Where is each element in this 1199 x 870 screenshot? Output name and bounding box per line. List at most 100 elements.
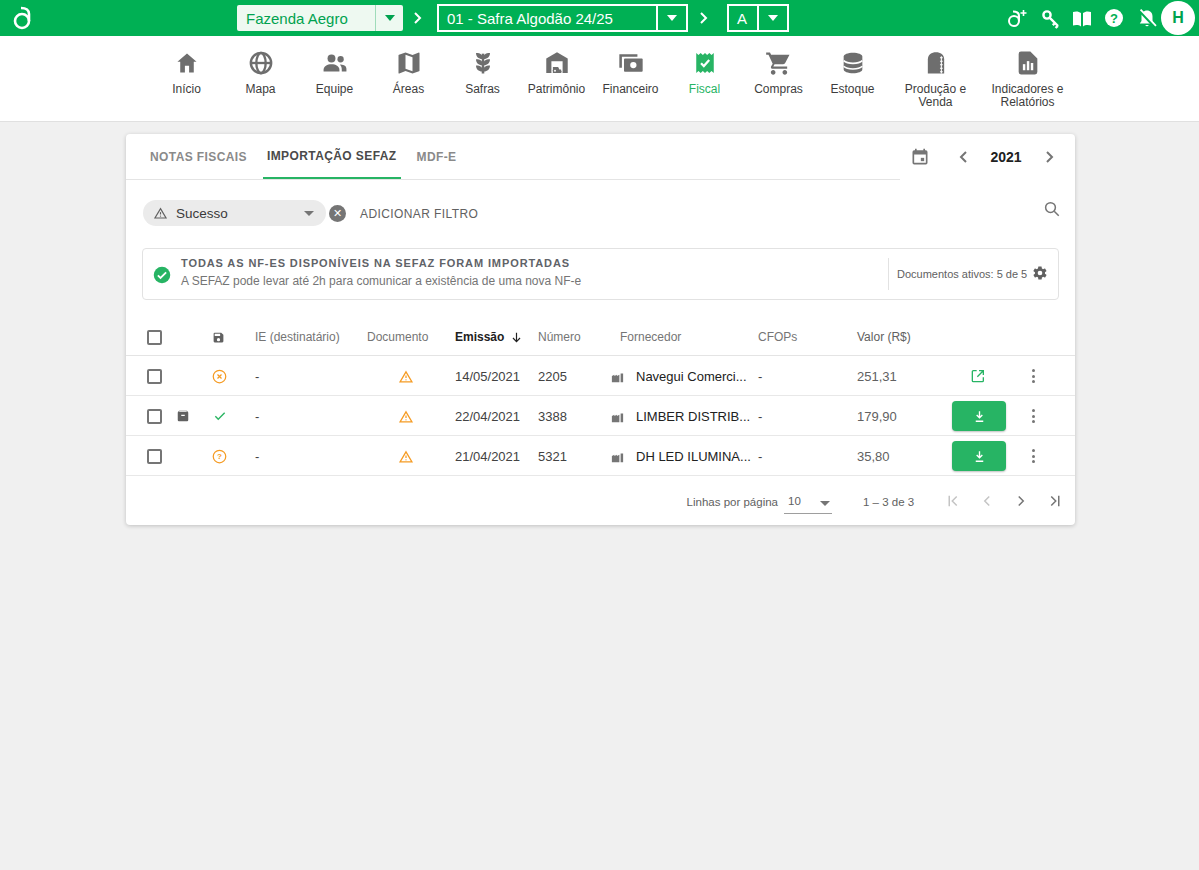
aegro-plus-icon[interactable] [1005, 8, 1029, 30]
sefaz-import-card: NOTAS FISCAIS IMPORTAÇÃO SEFAZ MDF-E 202… [126, 134, 1075, 525]
nav-item-mapa[interactable]: Mapa [224, 49, 298, 121]
column-header-fornecedor[interactable]: Fornecedor [620, 318, 681, 356]
open-document-icon[interactable] [970, 368, 986, 384]
prev-page-icon[interactable] [978, 492, 996, 510]
pagination: Linhas por página 10 1 – 3 de 3 [126, 476, 1075, 525]
gear-icon[interactable] [1032, 265, 1048, 281]
farm-selector[interactable]: Fazenda Aegro [237, 5, 403, 31]
row-menu-button[interactable] [1032, 356, 1035, 396]
season-selector[interactable]: 01 - Safra Algodão 24/25 [437, 4, 688, 32]
topbar: Fazenda Aegro 01 - Safra Algodão 24/25 A… [0, 0, 1199, 36]
nav-item-areas[interactable]: Áreas [372, 49, 446, 121]
nav-item-equipe[interactable]: Equipe [298, 49, 372, 121]
success-check-icon [153, 266, 171, 284]
row-menu-button[interactable] [1032, 436, 1035, 476]
chevron-down-icon[interactable] [667, 15, 677, 21]
tab-importacao-sefaz[interactable]: IMPORTAÇÃO SEFAZ [263, 134, 401, 179]
cell-valor: 35,80 [857, 436, 890, 476]
nav-item-producao-venda[interactable]: Produção e Venda [890, 49, 982, 121]
year-prev-icon[interactable] [958, 150, 970, 164]
column-header-ie[interactable]: IE (destinatário) [255, 318, 340, 356]
nav-item-financeiro[interactable]: Financeiro [594, 49, 668, 121]
last-page-icon[interactable] [1046, 492, 1064, 510]
next-page-icon[interactable] [1012, 492, 1030, 510]
nav-label: Áreas [393, 83, 424, 96]
aegro-logo-icon[interactable] [10, 4, 38, 32]
cell-fornecedor: Navegui Comerci... [636, 356, 747, 396]
breadcrumb-separator-icon [411, 11, 423, 25]
book-icon[interactable] [1070, 8, 1094, 30]
document-warning-icon [398, 369, 414, 384]
pending-status-icon: ? [212, 449, 227, 464]
building-icon [610, 369, 625, 384]
column-header-documento[interactable]: Documento [367, 318, 428, 356]
cell-ie: - [255, 356, 259, 396]
row-checkbox[interactable] [147, 356, 162, 396]
row-checkbox[interactable] [147, 396, 162, 436]
save-icon [212, 331, 225, 344]
nav-item-fiscal[interactable]: Fiscal [668, 49, 742, 121]
row-checkbox[interactable] [147, 436, 162, 476]
avatar[interactable]: H [1161, 1, 1195, 35]
help-icon[interactable]: ? [1104, 8, 1124, 28]
nav-item-compras[interactable]: Compras [742, 49, 816, 121]
nav-label: Equipe [316, 83, 353, 96]
filter-chip-label: Sucesso [176, 206, 304, 221]
notifications-off-icon[interactable] [1136, 8, 1158, 30]
tabs: NOTAS FISCAIS IMPORTAÇÃO SEFAZ MDF-E [126, 134, 900, 180]
year-next-icon[interactable] [1043, 150, 1055, 164]
filter-clear-button[interactable]: ✕ [329, 205, 346, 222]
table-row[interactable]: ? - 21/04/2021 5321 DH LED ILUMINA... - … [126, 436, 1075, 476]
filter-chip-sucesso[interactable]: Sucesso [143, 200, 326, 226]
key-icon[interactable] [1040, 8, 1062, 30]
calendar-icon[interactable] [910, 147, 930, 167]
column-header-cfops[interactable]: CFOPs [758, 318, 797, 356]
nav-label: Compras [754, 83, 803, 96]
nav-item-patrimonio[interactable]: Patrimônio [520, 49, 594, 121]
field-selector[interactable]: A [727, 4, 789, 32]
banner-title: TODAS AS NF-ES DISPONÍVEIS NA SEFAZ FORA… [181, 257, 570, 269]
nav-item-safras[interactable]: Safras [446, 49, 520, 121]
sort-desc-icon [510, 331, 523, 344]
chevron-down-icon[interactable] [820, 501, 830, 506]
cell-cfops: - [758, 436, 762, 476]
table-row[interactable]: - 22/04/2021 3388 LIMBER DISTRIB... - 17… [126, 396, 1075, 436]
add-filter-button[interactable]: ADICIONAR FILTRO [360, 207, 478, 221]
warning-icon [153, 206, 168, 220]
svg-text:?: ? [217, 452, 222, 461]
tab-notas-fiscais[interactable]: NOTAS FISCAIS [146, 134, 251, 179]
document-warning-icon [398, 449, 414, 464]
table-row[interactable]: - 14/05/2021 2205 Navegui Comerci... - 2… [126, 356, 1075, 396]
nav-item-indicadores[interactable]: Indicadores e Relatórios [982, 49, 1074, 121]
column-header-emissao[interactable]: Emissão [455, 318, 523, 356]
download-button[interactable] [952, 441, 1006, 471]
search-icon[interactable] [1043, 200, 1061, 218]
nav-label: Financeiro [602, 83, 658, 96]
nav-label: Fiscal [689, 83, 720, 96]
download-button[interactable] [952, 401, 1006, 431]
cell-cfops: - [758, 396, 762, 436]
chevron-down-icon[interactable] [768, 15, 778, 21]
nav-label: Safras [465, 83, 500, 96]
breadcrumb-separator-icon [697, 11, 709, 25]
rows-per-page-select[interactable]: 10 [788, 495, 801, 507]
year-label: 2021 [982, 149, 1030, 165]
nav-item-inicio[interactable]: Início [150, 49, 224, 121]
divider [888, 258, 889, 290]
select-all-checkbox[interactable] [147, 318, 162, 356]
nav-label: Estoque [830, 83, 874, 96]
column-header-numero[interactable]: Número [538, 318, 581, 356]
documents-active-label: Documentos ativos: 5 de 5 [897, 268, 1027, 280]
first-page-icon[interactable] [944, 492, 962, 510]
column-header-valor[interactable]: Valor (R$) [857, 318, 911, 356]
cell-numero: 3388 [538, 396, 567, 436]
season-selector-label: 01 - Safra Algodão 24/25 [439, 10, 656, 27]
cell-numero: 2205 [538, 356, 567, 396]
row-menu-button[interactable] [1032, 396, 1035, 436]
nav-item-estoque[interactable]: Estoque [816, 49, 890, 121]
chevron-down-icon[interactable] [385, 15, 395, 21]
chevron-down-icon[interactable] [304, 211, 314, 216]
tab-mdf-e[interactable]: MDF-E [413, 134, 461, 179]
cell-ie: - [255, 436, 259, 476]
main-navigation: Início Mapa Equipe Áreas Safras [0, 36, 1199, 122]
